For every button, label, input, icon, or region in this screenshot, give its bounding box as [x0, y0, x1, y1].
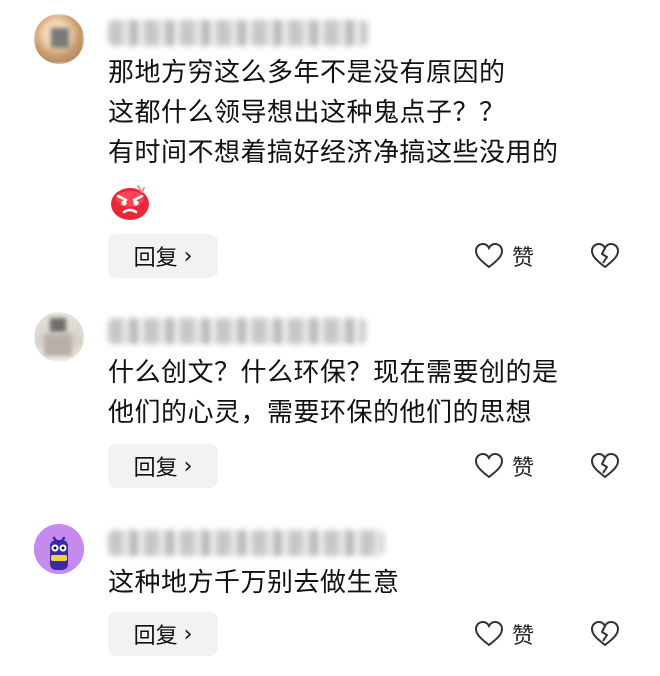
heart-outline-icon [474, 452, 504, 479]
like-button[interactable]: 赞 [474, 450, 534, 482]
comment-line: 有时间不想着搞好经济净搞这些没用的 [108, 138, 559, 168]
comment-line: 这都什么领导想出这种鬼点子？？ [108, 98, 506, 128]
username-blurred[interactable] [108, 318, 366, 344]
reply-button[interactable]: 回复 › [108, 612, 218, 656]
avatar[interactable] [34, 312, 84, 362]
comment-line: 那地方穷这么多年不是没有原因的 [108, 58, 506, 88]
reply-label: 回复 [133, 456, 178, 481]
comment-text: 什么创文？什么环保？现在需要创的是 他们的心灵，需要环保的他们的思想 [108, 353, 559, 433]
like-button[interactable]: 赞 [474, 240, 534, 272]
username-blurred[interactable] [108, 20, 368, 46]
comment-line: 什么创文？什么环保？现在需要创的是 [108, 358, 559, 388]
username-blurred[interactable] [108, 530, 384, 556]
chevron-right-icon: › [183, 621, 193, 647]
reply-button[interactable]: 回复 › [108, 444, 218, 488]
chevron-right-icon: › [183, 243, 193, 269]
like-label: 赞 [512, 246, 535, 271]
comment-text: 这种地方千万别去做生意 [108, 563, 400, 603]
heart-outline-icon [474, 620, 504, 647]
reply-button[interactable]: 回复 › [108, 234, 218, 278]
like-label: 赞 [512, 624, 535, 649]
chevron-right-icon: › [183, 453, 193, 479]
like-label: 赞 [512, 456, 535, 481]
comment-line: 这种地方千万别去做生意 [108, 568, 400, 598]
avatar[interactable] [34, 14, 84, 64]
like-button[interactable]: 赞 [474, 618, 534, 650]
reply-label: 回复 [133, 246, 178, 271]
reply-label: 回复 [133, 624, 178, 649]
comment-text: 那地方穷这么多年不是没有原因的 这都什么领导想出这种鬼点子？？ 有时间不想着搞好… [108, 53, 559, 173]
angry-face-emoji [111, 185, 149, 220]
broken-heart-icon[interactable] [590, 620, 620, 648]
avatar[interactable] [34, 524, 84, 574]
heart-outline-icon [474, 242, 504, 269]
broken-heart-icon[interactable] [590, 242, 620, 270]
comment-line: 他们的心灵，需要环保的他们的思想 [108, 398, 533, 428]
broken-heart-icon[interactable] [590, 452, 620, 480]
cartoon-avatar-icon [34, 524, 84, 574]
